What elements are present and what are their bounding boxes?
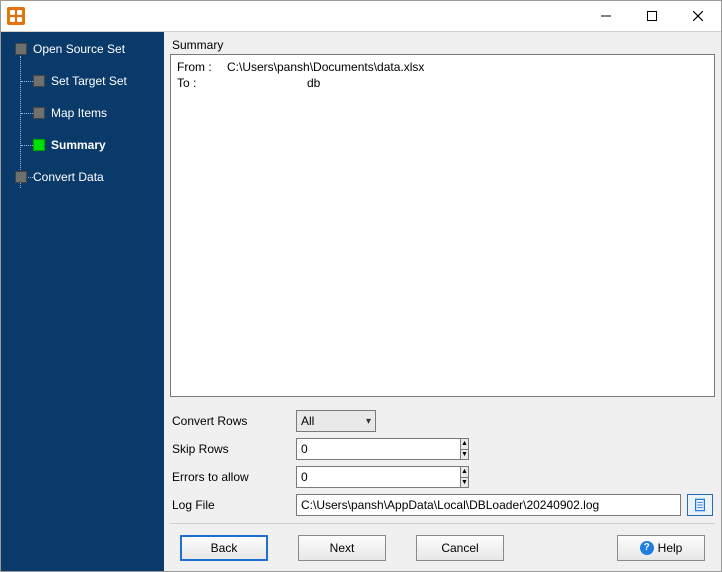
convert-rows-select[interactable]: All ▾ — [296, 410, 376, 432]
summary-to-label: To : — [177, 75, 227, 91]
cancel-button[interactable]: Cancel — [416, 535, 504, 561]
step-label: Set Target Set — [51, 74, 127, 88]
wizard-button-bar: Back Next Cancel ? Help — [170, 523, 715, 571]
spin-up-icon[interactable]: ▲ — [460, 438, 469, 449]
close-icon — [693, 11, 703, 21]
step-label: Summary — [51, 138, 106, 152]
step-convert-data[interactable]: Convert Data — [15, 166, 160, 188]
step-marker-current-icon — [33, 139, 45, 151]
next-button-label: Next — [330, 541, 355, 555]
log-file-input[interactable] — [296, 494, 681, 516]
skip-rows-input[interactable] — [296, 438, 460, 460]
chevron-down-icon: ▾ — [366, 416, 371, 427]
spin-up-icon[interactable]: ▲ — [460, 466, 469, 477]
app-icon — [7, 7, 25, 25]
step-label: Convert Data — [33, 170, 104, 184]
spin-down-icon[interactable]: ▼ — [460, 477, 469, 489]
step-set-target-set[interactable]: Set Target Set — [33, 70, 160, 92]
spin-down-icon[interactable]: ▼ — [460, 449, 469, 461]
wizard-sidebar: Open Source Set Set Target Set Map Items… — [1, 32, 164, 571]
summary-from-value: C:\Users\pansh\Documents\data.xlsx — [227, 59, 424, 75]
step-label: Open Source Set — [33, 42, 125, 56]
titlebar — [1, 1, 721, 31]
step-label: Map Items — [51, 106, 107, 120]
document-icon — [693, 498, 707, 512]
step-marker-icon — [15, 171, 27, 183]
maximize-icon — [647, 11, 657, 21]
step-marker-icon — [15, 43, 27, 55]
errors-allow-spinner[interactable]: ▲ ▼ — [296, 466, 376, 488]
back-button-label: Back — [211, 541, 238, 555]
step-map-items[interactable]: Map Items — [33, 102, 160, 124]
content-pane: Summary From : C:\Users\pansh\Documents\… — [164, 32, 721, 571]
errors-allow-input[interactable] — [296, 466, 460, 488]
options-panel: Convert Rows All ▾ Skip Rows ▲ ▼ — [170, 397, 715, 523]
minimize-button[interactable] — [583, 1, 629, 31]
convert-rows-label: Convert Rows — [172, 414, 296, 428]
step-summary[interactable]: Summary — [33, 134, 160, 156]
summary-heading: Summary — [172, 38, 715, 52]
summary-from-label: From : — [177, 59, 227, 75]
summary-to-value: db — [307, 75, 320, 91]
next-button[interactable]: Next — [298, 535, 386, 561]
skip-rows-label: Skip Rows — [172, 442, 296, 456]
step-open-source-set[interactable]: Open Source Set — [15, 38, 160, 60]
help-button-label: Help — [658, 541, 683, 555]
back-button[interactable]: Back — [180, 535, 268, 561]
browse-log-button[interactable] — [687, 494, 713, 516]
errors-allow-label: Errors to allow — [172, 470, 296, 484]
maximize-button[interactable] — [629, 1, 675, 31]
step-marker-icon — [33, 107, 45, 119]
log-file-label: Log File — [172, 498, 296, 512]
help-button[interactable]: ? Help — [617, 535, 705, 561]
convert-rows-value: All — [301, 414, 314, 428]
close-button[interactable] — [675, 1, 721, 31]
summary-textbox[interactable]: From : C:\Users\pansh\Documents\data.xls… — [170, 54, 715, 397]
cancel-button-label: Cancel — [441, 541, 478, 555]
minimize-icon — [601, 11, 611, 21]
help-icon: ? — [640, 541, 654, 555]
app-window: Open Source Set Set Target Set Map Items… — [0, 0, 722, 572]
skip-rows-spinner[interactable]: ▲ ▼ — [296, 438, 376, 460]
step-marker-icon — [33, 75, 45, 87]
